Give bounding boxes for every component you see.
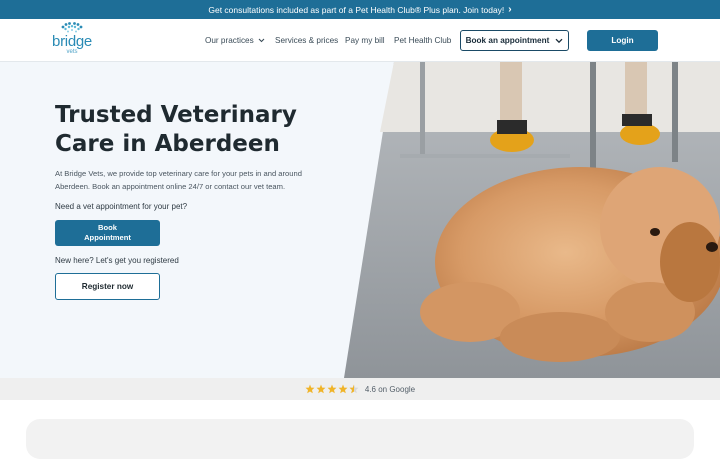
star-icon	[316, 384, 326, 394]
rating-text: 4.6 on Google	[364, 384, 416, 394]
star-icon	[305, 384, 315, 394]
login-button[interactable]: Login	[587, 30, 658, 51]
star-rating	[305, 384, 359, 394]
logo-wordmark: bridge	[52, 33, 92, 50]
nav-item-label: Our practices	[205, 36, 254, 45]
google-rating-strip: 4.6 on Google	[0, 378, 720, 400]
half-star-icon	[349, 384, 359, 394]
star-icon	[338, 384, 348, 394]
hero-intro: At Bridge Vets, we provide top veterinar…	[55, 169, 302, 191]
bridge-vets-logo[interactable]: bridge vets	[48, 21, 96, 59]
chevron-down-icon	[555, 38, 563, 43]
nav-item-pet-health-club[interactable]: Pet Health Club	[394, 36, 451, 45]
nav-item-services-prices[interactable]: Services & prices	[275, 36, 338, 45]
promo-text[interactable]: Get consultations included as part of a …	[208, 5, 504, 15]
register-now-button[interactable]: Register now	[55, 273, 160, 300]
star-icon	[327, 384, 337, 394]
hero-book-appointment-button[interactable]: Book Appointment	[55, 220, 160, 246]
register-question: New here? Let's get you registered	[55, 256, 179, 265]
hero-book-label: Book Appointment	[84, 223, 131, 242]
nav-item-pay-my-bill[interactable]: Pay my bill	[345, 36, 385, 45]
book-appointment-label: Book an appointment	[465, 36, 550, 45]
chevron-right-icon: ›	[508, 4, 512, 15]
promo-banner[interactable]: Get consultations included as part of a …	[0, 0, 720, 19]
content-card	[26, 419, 694, 459]
hero-title: Trusted Veterinary Care in Aberdeen	[55, 102, 297, 157]
nav-item-our-practices[interactable]: Our practices	[205, 36, 265, 45]
appointment-question: Need a vet appointment for your pet?	[55, 202, 188, 211]
site-header: bridge vets Our practices Services & pri…	[0, 19, 720, 62]
logo-subtitle: vets	[66, 49, 78, 55]
chevron-down-icon	[258, 38, 265, 43]
book-appointment-button[interactable]: Book an appointment	[460, 30, 569, 51]
